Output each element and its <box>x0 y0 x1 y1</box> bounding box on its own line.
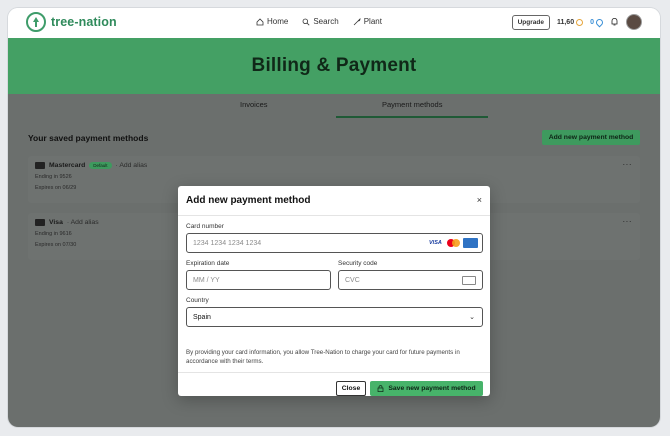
active-tab-indicator <box>336 116 488 118</box>
modal-header-divider <box>178 215 490 216</box>
save-button-label: Save new payment method <box>388 385 476 392</box>
nav-right: Upgrade 11,60 0 <box>511 14 642 30</box>
more-options-button[interactable]: ··· <box>623 217 633 226</box>
card-number-placeholder: 1234 1234 1234 1234 <box>193 239 262 247</box>
more-options-button[interactable]: ··· <box>623 160 633 169</box>
card-expiry: Expires on 06/29 <box>35 185 77 191</box>
security-code-placeholder: CVC <box>345 276 360 284</box>
payment-method-head: Mastercard Default · Add alias <box>35 162 147 169</box>
card-number-input[interactable]: 1234 1234 1234 1234 VISA <box>186 233 483 253</box>
credits-balance[interactable]: 11,60 <box>556 18 584 26</box>
country-label: Country <box>186 297 209 304</box>
visa-icon: VISA <box>429 240 442 246</box>
card-brand: Visa <box>49 219 63 226</box>
saved-methods-title: Your saved payment methods <box>28 133 149 143</box>
modal-footer-divider <box>178 372 490 373</box>
close-icon[interactable]: × <box>477 195 482 205</box>
bell-icon <box>611 17 618 25</box>
hero-banner: Billing & Payment <box>8 38 660 94</box>
nav-link-label: Search <box>313 17 339 26</box>
coin-icon <box>576 18 584 26</box>
expiration-placeholder: MM / YY <box>193 276 220 284</box>
top-nav: tree-nation Home Search Plant Upgrade 11… <box>8 8 660 38</box>
country-select[interactable]: Spain ⌄ <box>186 307 483 327</box>
consent-notice: By providing your card information, you … <box>186 349 460 366</box>
add-alias-link[interactable]: · Add alias <box>67 219 99 226</box>
water-balance[interactable]: 0 <box>590 17 605 27</box>
security-code-input[interactable]: CVC <box>338 270 483 290</box>
card-ending: Ending in 9616 <box>35 231 72 237</box>
tab-invoices[interactable]: Invoices <box>240 100 268 109</box>
search-icon <box>302 18 310 25</box>
tabs: Invoices Payment methods <box>8 94 660 118</box>
save-payment-method-button[interactable]: Save new payment method <box>370 381 483 396</box>
upgrade-button[interactable]: Upgrade <box>511 14 550 30</box>
amex-icon <box>463 238 478 248</box>
credits-value: 11,60 <box>556 18 575 26</box>
browser-frame: tree-nation Home Search Plant Upgrade 11… <box>8 8 660 427</box>
water-value: 0 <box>590 18 594 26</box>
card-brand: Mastercard <box>49 162 86 169</box>
cvc-card-icon <box>462 276 476 285</box>
logo[interactable]: tree-nation <box>26 12 117 32</box>
home-icon <box>256 17 264 25</box>
plant-icon <box>353 17 361 25</box>
lock-icon <box>378 385 384 392</box>
nav-link-label: Home <box>267 17 289 26</box>
card-ending: Ending in 9526 <box>35 174 72 180</box>
notifications-bell[interactable] <box>610 17 619 28</box>
page-title: Billing & Payment <box>251 55 417 76</box>
nav-link-home[interactable]: Home <box>256 17 288 26</box>
close-button[interactable]: Close <box>336 381 366 396</box>
chevron-down-icon: ⌄ <box>469 314 475 321</box>
tree-logo-icon <box>26 12 46 32</box>
mastercard-icon <box>446 238 461 248</box>
card-brands: VISA <box>429 238 478 248</box>
add-alias-link[interactable]: · Add alias <box>116 162 148 169</box>
country-value: Spain <box>193 313 211 321</box>
modal-title: Add new payment method <box>186 195 311 206</box>
card-number-label: Card number <box>186 223 224 230</box>
add-payment-method-button[interactable]: Add new payment method <box>542 130 640 145</box>
nav-link-label: Plant <box>363 17 382 26</box>
default-badge: Default <box>89 162 112 169</box>
avatar[interactable] <box>626 14 642 30</box>
expiration-input[interactable]: MM / YY <box>186 270 331 290</box>
nav-link-search[interactable]: Search <box>302 17 339 26</box>
visa-icon <box>35 219 45 226</box>
nav-links: Home Search Plant <box>256 17 382 26</box>
card-expiry: Expires on 07/30 <box>35 242 77 248</box>
expiration-label: Expiration date <box>186 260 230 267</box>
logo-text: tree-nation <box>51 15 117 29</box>
nav-link-plant[interactable]: Plant <box>353 17 382 26</box>
tab-payment-methods[interactable]: Payment methods <box>382 100 442 109</box>
mastercard-icon <box>35 162 45 169</box>
payment-method-head: Visa · Add alias <box>35 219 99 226</box>
add-payment-modal: Add new payment method × Card number 123… <box>178 186 490 396</box>
water-drop-icon <box>594 17 605 27</box>
security-code-label: Security code <box>338 260 378 267</box>
